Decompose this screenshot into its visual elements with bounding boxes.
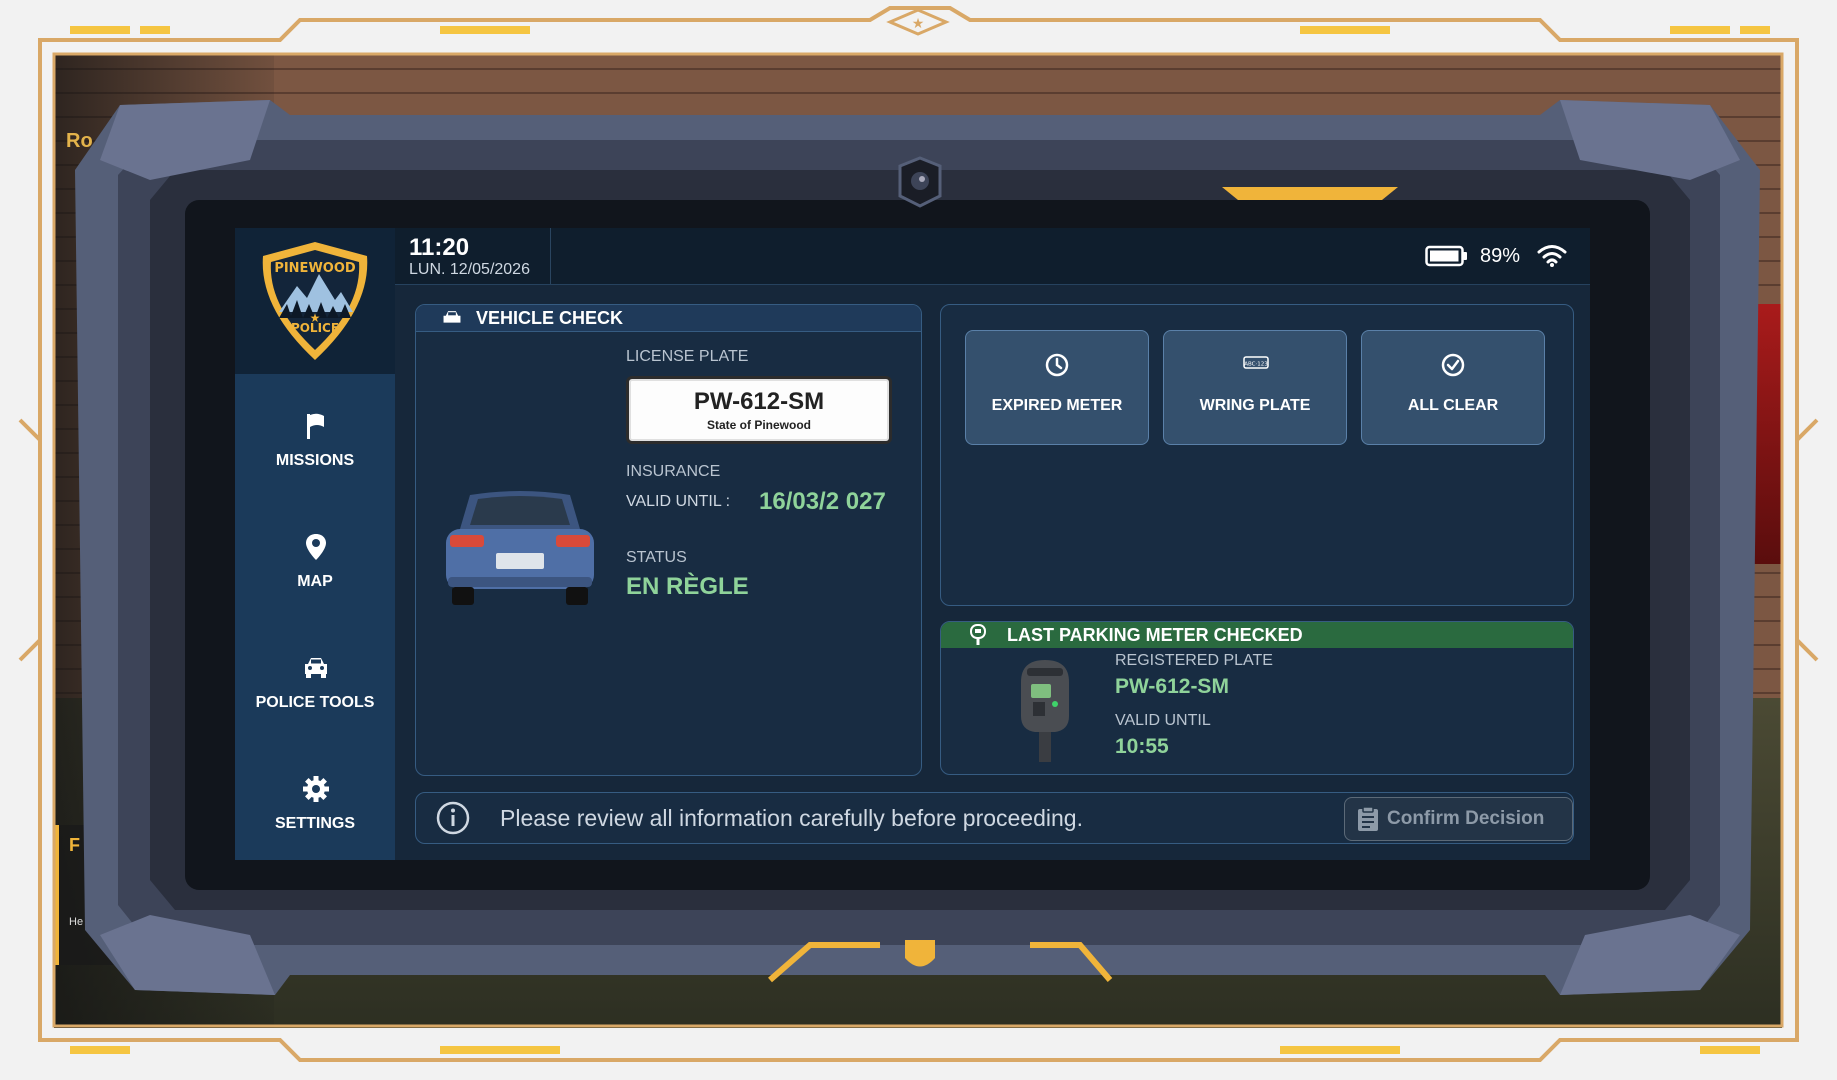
status-value: EN RÈGLE [626,573,749,600]
vehicle-check-header: VEHICLE CHECK [416,305,921,332]
registered-plate-label: REGISTERED PLATE [1115,652,1273,669]
clock-time: 11:20 [409,234,470,261]
insurance-valid-until-label: VALID UNTIL : [626,493,731,510]
sidebar-item-map[interactable]: MAP [235,509,395,619]
decision-actions-panel: EXPIRED METER ABC·123 WRING PLATE ALL CL… [940,304,1574,606]
info-icon [436,801,470,835]
confirm-decision-label: Confirm Decision [1387,808,1545,829]
last-parking-meter-title: LAST PARKING METER CHECKED [1007,625,1303,645]
license-plate: PW-612-SM State of Pinewood [626,376,892,444]
pinewood-police-badge-logo: PINEWOOD POLICE ★ [262,242,368,360]
check-circle-icon [1441,353,1465,377]
clock-icon [1045,353,1069,377]
battery-percent: 89% [1480,245,1521,267]
sidebar-item-missions[interactable]: MISSIONS [235,388,395,498]
confirm-decision-button[interactable]: Confirm Decision [1344,797,1573,841]
last-parking-meter-header: LAST PARKING METER CHECKED [941,622,1573,648]
sidebar-item-police-tools[interactable]: POLICE TOOLS [235,630,395,740]
wrong-plate-label: WRING PLATE [1199,397,1311,414]
plate-number: PW-612-SM [693,388,825,415]
car-icon [443,311,461,323]
meter-valid-until-value: 10:55 [1115,735,1169,758]
insurance-label: INSURANCE [626,463,721,480]
flag-icon [307,413,324,439]
sidebar-item-label: MAP [297,573,333,590]
sidebar-item-label: MISSIONS [275,452,355,469]
wrong-plate-button[interactable]: ABC·123 WRING PLATE [1163,330,1347,445]
sidebar: PINEWOOD POLICE ★ MISSIONS MAP POLICE TO… [235,228,395,860]
clock-date: LUN. 12/05/2026 [409,261,530,278]
map-pin-icon [306,534,326,560]
last-parking-meter-panel: LAST PARKING METER CHECKED REGISTERED PL… [940,621,1574,775]
svg-text:★: ★ [310,311,321,325]
parking-meter-icon [970,624,986,645]
status-bar: 11:20 LUN. 12/05/2026 89% [235,228,1590,285]
expired-meter-button[interactable]: EXPIRED METER [965,330,1149,445]
status-bar-divider [550,228,551,284]
vehicle-check-title: VEHICLE CHECK [476,308,624,328]
parking-meter-image [1021,660,1069,762]
gear-icon [303,776,329,802]
car-icon [305,658,327,678]
all-clear-label: ALL CLEAR [1407,397,1499,414]
registered-plate-value: PW-612-SM [1115,675,1229,698]
vehicle-rear-image [446,491,594,605]
all-clear-button[interactable]: ALL CLEAR [1361,330,1545,445]
vehicle-check-panel: VEHICLE CHECK LICENSE PLATE PW-612-SM St… [415,304,922,776]
sidebar-item-label: SETTINGS [274,815,355,832]
svg-text:★: ★ [912,16,925,32]
license-plate-label: LICENSE PLATE [626,348,749,365]
meter-valid-until-label: VALID UNTIL [1115,712,1211,729]
insurance-valid-until-value: 16/03/2 027 [759,488,886,515]
wifi-icon [1537,245,1567,267]
logo-area: PINEWOOD POLICE ★ [235,228,395,374]
svg-text:ABC·123: ABC·123 [1244,362,1268,368]
logo-text-top: PINEWOOD [274,261,356,276]
tablet-screen: 11:20 LUN. 12/05/2026 89% PINEWOOD POLIC… [235,228,1590,860]
instruction-text: Please review all information carefully … [500,805,1083,831]
sidebar-item-label: POLICE TOOLS [255,694,375,711]
battery-icon [1425,245,1467,267]
expired-meter-label: EXPIRED METER [991,397,1123,414]
sidebar-item-settings[interactable]: SETTINGS [235,751,395,861]
status-label: STATUS [626,549,687,566]
plate-state: State of Pinewood [706,418,811,432]
instruction-bar: Please review all information carefully … [415,792,1574,844]
plate-icon: ABC·123 [1243,356,1269,369]
clipboard-icon [1358,806,1378,831]
